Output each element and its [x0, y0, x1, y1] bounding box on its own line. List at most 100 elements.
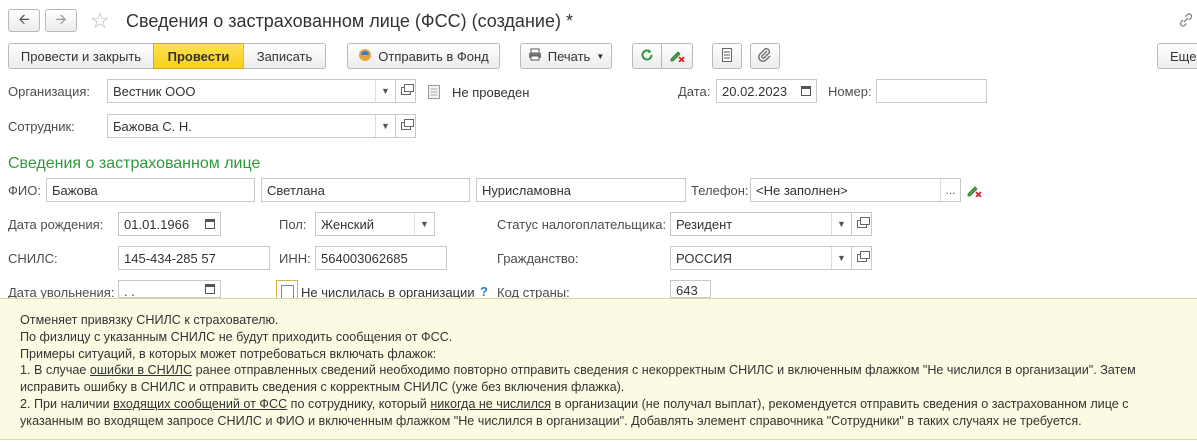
open-window-icon [856, 217, 870, 228]
citizenship-value: РОССИЯ [676, 250, 733, 266]
back-button[interactable]: 🡨 [8, 9, 40, 32]
calendar-icon[interactable] [796, 80, 816, 102]
more-button[interactable]: Еще [1157, 43, 1197, 69]
birth-date-value: 01.01.1966 [124, 216, 190, 232]
tax-status-value: Резидент [676, 216, 733, 232]
last-name-field[interactable]: Бажова [46, 178, 255, 202]
snils-field[interactable]: 145-434-285 57 [118, 246, 270, 270]
save-button[interactable]: Записать [243, 43, 326, 69]
open-organization-button[interactable] [396, 79, 416, 103]
sex-field[interactable]: Женский ▼ [315, 212, 435, 236]
phone-field[interactable]: <Не заполнен> ... [750, 178, 961, 202]
refresh-button[interactable] [632, 43, 662, 69]
dismissal-date-value: . . [124, 284, 135, 299]
forward-button[interactable]: 🡪 [45, 9, 77, 32]
fund-icon [358, 48, 372, 65]
snils-value: 145-434-285 57 [124, 250, 216, 266]
chevron-down-icon[interactable]: ▼ [375, 115, 395, 137]
date-label: Дата: [678, 84, 711, 99]
open-tax-status-button[interactable] [852, 212, 872, 236]
country-code-field[interactable]: 643 [670, 280, 711, 298]
tax-status-field[interactable]: Резидент ▼ [670, 212, 852, 236]
sex-label: Пол: [279, 217, 307, 232]
arrow-right-icon: 🡪 [55, 10, 67, 27]
open-window-icon [856, 251, 870, 262]
citizenship-field[interactable]: РОССИЯ ▼ [670, 246, 852, 270]
pencil-cross-icon [669, 48, 685, 65]
document-status: Не проведен [452, 85, 530, 100]
document-list-icon [722, 47, 732, 65]
number-label: Номер: [828, 84, 872, 99]
chevron-down-icon[interactable]: ▼ [414, 213, 434, 235]
send-to-fund-label: Отправить в Фонд [378, 48, 489, 64]
journal-button[interactable] [712, 43, 742, 69]
print-label: Печать [547, 48, 591, 64]
organization-field[interactable]: Вестник ООО ▼ [107, 79, 396, 103]
tooltip-line-2: По физлицу с указанным СНИЛС не будут пр… [20, 329, 453, 344]
tooltip-line-3: Примеры ситуаций, в которых может потреб… [20, 346, 437, 361]
sex-value: Женский [321, 216, 374, 232]
employee-field[interactable]: Бажова С. Н. ▼ [107, 114, 396, 138]
last-name-value: Бажова [52, 182, 98, 198]
inn-label: ИНН: [279, 251, 311, 266]
first-name-field[interactable]: Светлана [261, 178, 470, 202]
tax-status-label: Статус налогоплательщика: [497, 217, 667, 232]
send-to-fund-button[interactable]: Отправить в Фонд [347, 43, 500, 69]
first-name-value: Светлана [267, 182, 325, 198]
middle-name-field[interactable]: Нурисламовна [476, 178, 686, 202]
post-button[interactable]: Провести [153, 43, 244, 69]
help-question-icon[interactable]: ? [480, 284, 488, 299]
tooltip-line-4: 1. В случае ошибки в СНИЛС ранее отправл… [20, 363, 1136, 378]
dismissal-date-field[interactable]: . . [118, 280, 221, 299]
snils-label: СНИЛС: [8, 251, 58, 266]
edit-clear-button[interactable] [661, 43, 693, 69]
birth-date-field[interactable]: 01.01.1966 [118, 212, 221, 236]
open-window-icon [400, 119, 414, 130]
country-code-value: 643 [676, 283, 698, 298]
open-window-icon [400, 84, 414, 95]
refresh-icon [640, 48, 654, 65]
tooltip-link-never-listed[interactable]: никогда не числился [430, 397, 551, 411]
tooltip-link-snils-errors[interactable]: ошибки в СНИЛС [90, 363, 192, 377]
tooltip-link-incoming-messages[interactable]: входящих сообщений от ФСС [113, 397, 287, 411]
phone-edit-clear-icon[interactable] [966, 183, 982, 200]
number-field[interactable] [876, 79, 987, 103]
link-icon[interactable] [1178, 12, 1194, 31]
paperclip-icon [758, 47, 772, 65]
chevron-down-icon[interactable]: ▼ [375, 80, 395, 102]
citizenship-label: Гражданство: [497, 251, 579, 266]
document-status-icon [428, 85, 440, 102]
organization-label: Организация: [8, 84, 91, 99]
date-field[interactable]: 20.02.2023 [716, 79, 817, 103]
print-button[interactable]: Печать ▼ [520, 43, 612, 69]
calendar-icon[interactable] [200, 284, 220, 298]
inn-field[interactable]: 564003062685 [315, 246, 447, 270]
employee-label: Сотрудник: [8, 119, 75, 134]
tooltip-line-6: 2. При наличии входящих сообщений от ФСС… [20, 396, 1129, 411]
chevron-down-icon: ▼ [596, 51, 605, 61]
post-and-close-button[interactable]: Провести и закрыть [8, 43, 154, 69]
inn-value: 564003062685 [321, 250, 408, 266]
printer-icon [528, 48, 542, 64]
section-title: Сведения о застрахованном лице [8, 155, 261, 172]
open-employee-button[interactable] [396, 114, 416, 138]
calendar-icon[interactable] [200, 213, 220, 235]
organization-value: Вестник ООО [113, 83, 196, 99]
tooltip-line-7: указанным во входящем запросе СНИЛС и ФИ… [20, 413, 1082, 428]
attachments-button[interactable] [750, 43, 780, 69]
date-value: 20.02.2023 [722, 83, 788, 99]
birth-date-label: Дата рождения: [8, 217, 104, 232]
open-citizenship-button[interactable] [852, 246, 872, 270]
tooltip-line-1: Отменяет привязку СНИЛС к страхователю. [20, 313, 279, 327]
middle-name-value: Нурисламовна [482, 182, 572, 198]
arrow-left-icon: 🡨 [18, 10, 30, 27]
chevron-down-icon[interactable]: ▼ [831, 247, 851, 269]
window-title: Сведения о застрахованном лице (ФСС) (со… [126, 11, 573, 31]
tooltip-line-5: исправить ошибку в СНИЛС и отправить све… [20, 380, 625, 395]
phone-label: Телефон: [691, 183, 749, 198]
phone-select-button[interactable]: ... [940, 179, 960, 201]
chevron-down-icon[interactable]: ▼ [831, 213, 851, 235]
favorite-star-icon[interactable]: ☆ [90, 8, 110, 34]
phone-value: <Не заполнен> [756, 182, 848, 198]
not-listed-checkbox[interactable] [276, 280, 298, 299]
